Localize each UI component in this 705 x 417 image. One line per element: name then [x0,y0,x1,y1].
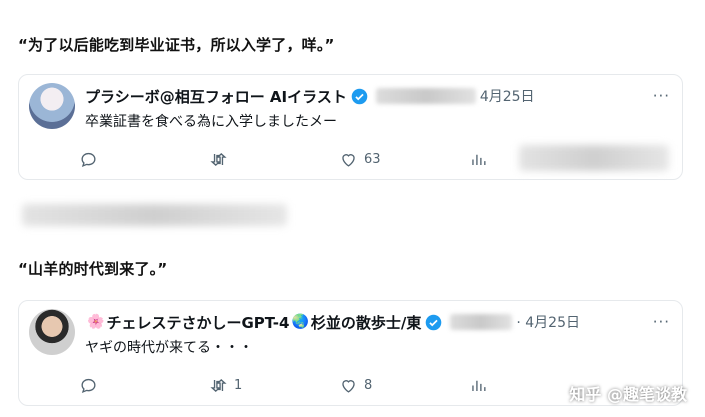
avatar[interactable] [29,309,75,355]
retweet-icon [210,152,227,166]
tweet-card-1[interactable]: プラシーボ@相互フォロー AIイラスト 4月25日 ··· 卒業証書を食べる為に… [18,74,683,180]
like-icon [342,153,355,167]
quote-heading-2: “山羊的时代到来了。” [18,260,168,278]
tweet-header: プラシーボ@相互フォロー AIイラスト 4月25日 [85,85,535,107]
like-count: 8 [364,377,373,393]
views-button[interactable] [469,150,488,169]
verified-badge-icon [351,88,368,104]
like-button[interactable]: 8 [339,376,469,395]
display-name-part-1[interactable]: チェレステさかしーGPT-4 [106,312,289,333]
quote-heading-1: “为了以后能吃到毕业证书，所以入学了，咩。” [18,36,335,54]
display-name-part-2[interactable]: 杉並の散歩士/東 [311,312,421,333]
tweet-text: 卒業証書を食べる為に入学しましたメー [85,114,337,130]
avatar[interactable] [29,83,75,129]
tweet-header: 🌸 チェレステさかしーGPT-4 🌏 杉並の散歩士/東 · 4月25日 [85,311,580,333]
tweet-date[interactable]: 4月25日 [480,86,535,106]
retweet-button[interactable] [209,150,339,169]
like-icon [342,379,355,393]
display-name[interactable]: プラシーボ@相互フォロー AIイラスト [85,86,347,107]
views-icon [472,154,486,165]
more-icon[interactable]: ··· [653,313,670,331]
retweet-count: 1 [234,377,243,393]
reply-button[interactable] [79,150,209,169]
tweet-date[interactable]: · 4月25日 [516,312,580,332]
globe-emoji-icon: 🌏 [291,314,309,330]
watermark: 知乎 @趣笔谈教 [569,385,687,404]
redacted-area [519,145,669,171]
like-count: 63 [364,151,381,167]
views-icon [472,380,486,391]
flower-emoji-icon: 🌸 [87,314,105,330]
verified-badge-icon [426,314,442,330]
more-icon[interactable]: ··· [653,87,670,105]
redacted-caption [22,204,287,226]
tweet-text: ヤギの時代が来てる・・・ [85,340,253,356]
retweet-button[interactable]: 1 [209,376,339,395]
redacted-handle [375,88,476,104]
reply-icon [81,378,96,393]
like-button[interactable]: 63 [339,150,469,169]
redacted-handle [450,314,513,330]
reply-button[interactable] [79,376,209,395]
reply-icon [81,152,96,167]
views-button[interactable] [469,376,488,395]
retweet-icon [210,378,227,392]
